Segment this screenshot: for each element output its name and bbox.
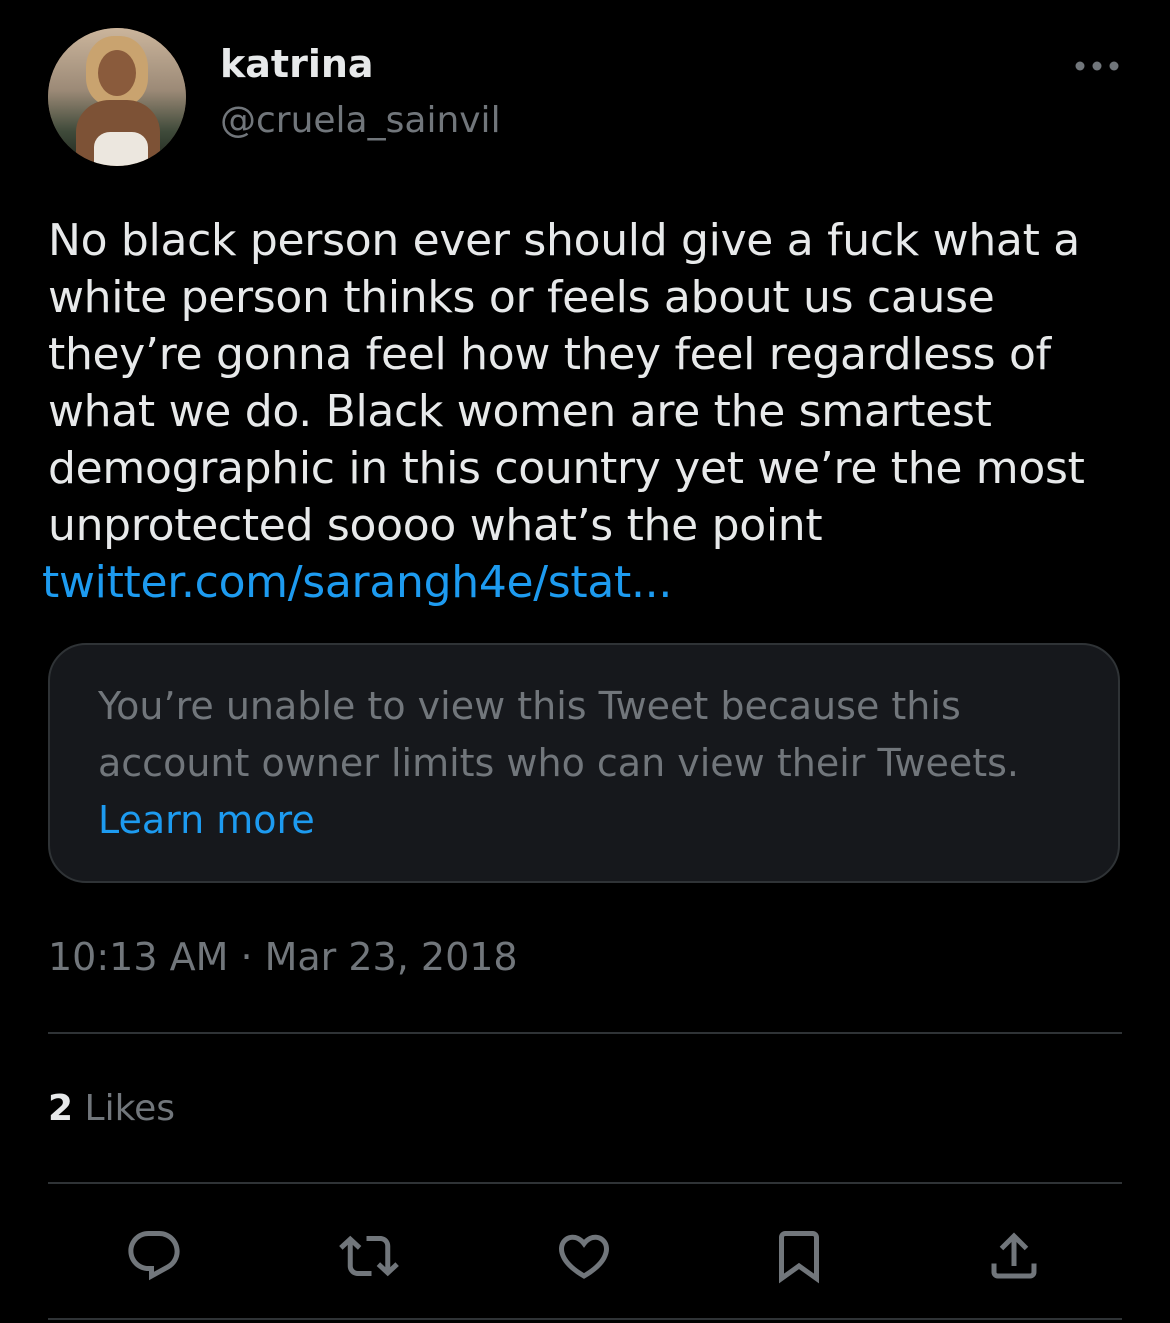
reply-icon [128,1231,180,1281]
retweet-button[interactable] [337,1224,401,1288]
retweet-icon [339,1235,399,1277]
author-display-name[interactable]: katrina [220,40,374,88]
tweet-timestamp[interactable]: 10:13 AM · Mar 23, 2018 [48,932,518,982]
share-icon [991,1232,1037,1279]
divider [48,1182,1122,1184]
divider [48,1318,1122,1320]
share-button[interactable] [982,1224,1046,1288]
quoted-tweet-unavailable-message: You’re unable to view this Tweet because… [98,684,1019,785]
more-options-icon[interactable] [1074,56,1120,76]
likes-stat[interactable]: 2 Likes [48,1084,175,1134]
divider [48,1032,1122,1034]
quoted-tweet-card[interactable]: You’re unable to view this Tweet because… [48,643,1120,883]
author-handle[interactable]: @cruela_sainvil [220,98,501,144]
like-icon [558,1234,610,1279]
likes-label: Likes [84,1088,176,1129]
tweet-detail: katrina @cruela_sainvil No black person … [0,0,1170,1323]
tweet-text: No black person ever should give a fuck … [48,215,1085,551]
tweet-link[interactable]: twitter.com/sarangh4e/stat... [42,554,672,611]
likes-count: 2 [48,1088,74,1129]
reply-button[interactable] [122,1224,186,1288]
bookmark-button[interactable] [767,1224,831,1288]
bookmark-icon [779,1231,819,1284]
like-button[interactable] [552,1224,616,1288]
learn-more-link[interactable]: Learn more [98,792,315,849]
avatar[interactable] [48,28,186,166]
